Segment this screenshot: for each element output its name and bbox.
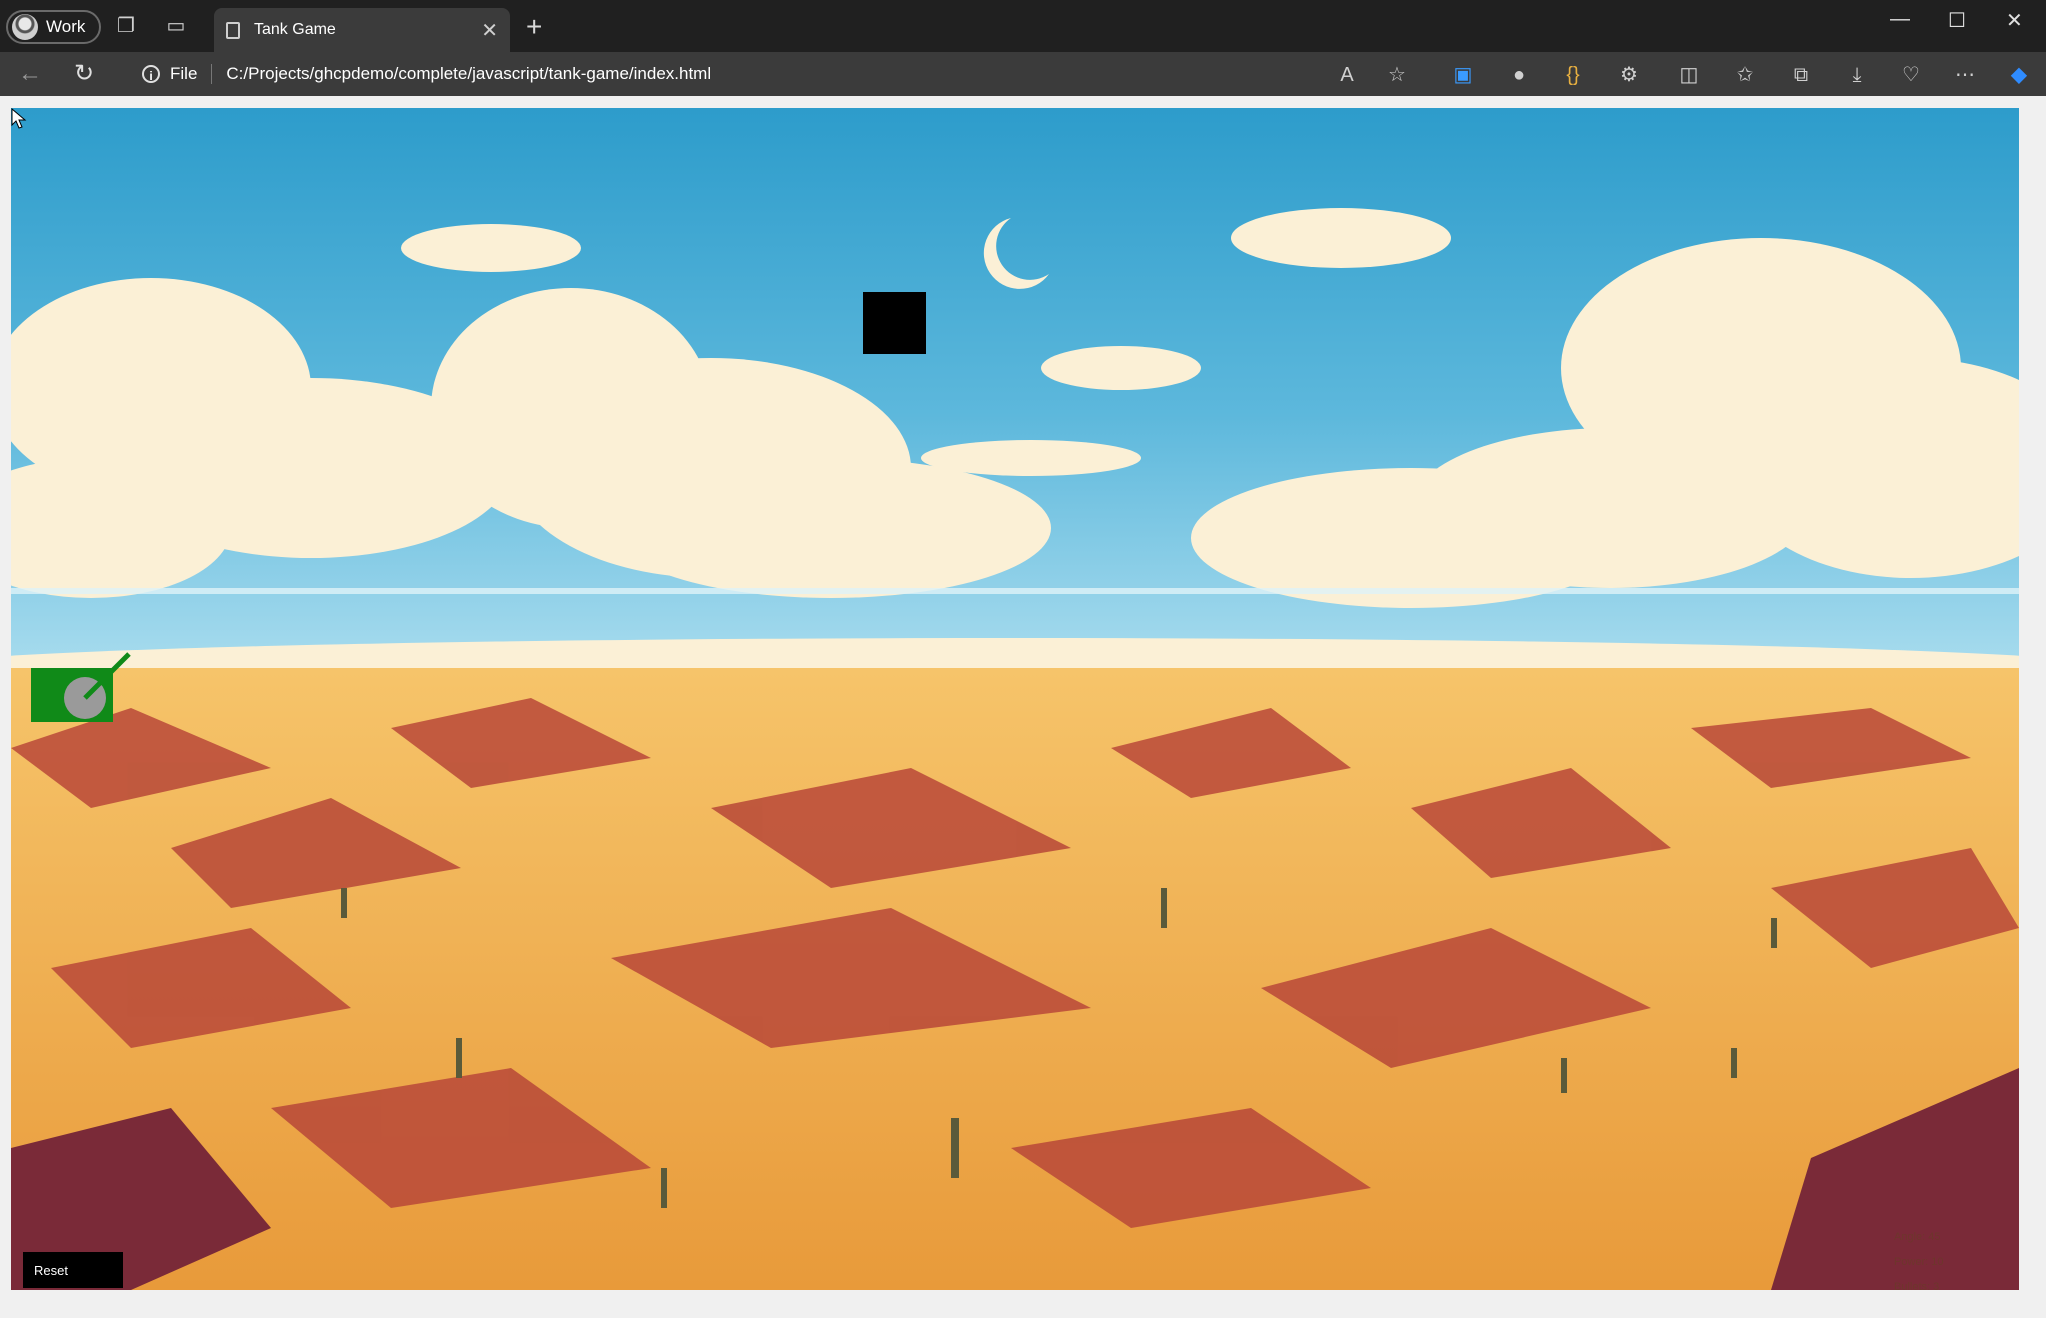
new-tab-button[interactable]: + — [526, 12, 542, 42]
extensions-icon[interactable]: ⚙ — [1616, 62, 1642, 88]
close-window-icon[interactable]: ✕ — [2006, 8, 2023, 33]
read-aloud-icon[interactable]: A — [1334, 62, 1360, 88]
browser-toolbar: ← ↻ i File C:/Projects/ghcpdemo/complete… — [0, 52, 2046, 96]
address-bar[interactable]: i File C:/Projects/ghcpdemo/complete/jav… — [124, 58, 1424, 90]
address-separator — [211, 64, 213, 84]
desert-background — [11, 108, 2019, 1290]
power-readout: Power: 10 — [1894, 1256, 1944, 1268]
reset-button[interactable]: Reset — [23, 1252, 123, 1288]
browser-essentials-icon[interactable]: ♡ — [1898, 62, 1924, 88]
address-url[interactable]: C:/Projects/ghcpdemo/complete/javascript… — [226, 64, 711, 84]
info-icon[interactable]: i — [142, 65, 160, 83]
extension-circle-icon[interactable]: ● — [1506, 62, 1532, 88]
refresh-icon[interactable]: ↻ — [70, 60, 98, 88]
page-icon — [226, 21, 240, 39]
angle-readout: Angle: 45 — [1894, 1231, 1941, 1243]
profile-button[interactable]: Work — [6, 10, 102, 44]
hud-stats: Angle: 45 Power: 10 Bullets: 3 — [1894, 1225, 1944, 1290]
split-screen-icon[interactable]: ◫ — [1676, 62, 1702, 88]
close-tab-icon[interactable]: ✕ — [481, 18, 498, 43]
bullets-readout: Bullets: 3 — [1894, 1281, 1940, 1290]
favorite-star-icon[interactable]: ☆ — [1384, 62, 1410, 88]
tab-tank-game[interactable]: Tank Game ✕ — [214, 8, 510, 52]
profile-label: Work — [46, 17, 86, 36]
tab-title: Tank Game — [254, 21, 336, 38]
workspaces-icon[interactable]: ❐ — [114, 14, 138, 38]
extension-icon[interactable]: ▣ — [1450, 62, 1476, 88]
title-bar: Work ❐ ▭ Tank Game ✕ + — ☐ ✕ — [0, 0, 2046, 52]
extension-brackets-icon[interactable]: {} — [1560, 62, 1586, 88]
minimize-icon[interactable]: — — [1890, 8, 1910, 31]
favorites-icon[interactable]: ✩ — [1732, 62, 1758, 88]
target-block — [863, 292, 926, 354]
more-options-icon[interactable]: ⋯ — [1952, 62, 1978, 88]
collections-icon[interactable]: ⧉ — [1788, 62, 1814, 88]
avatar — [12, 14, 38, 40]
page-viewport: Reset Angle: 45 Power: 10 Bullets: 3 — [0, 96, 2046, 1318]
game-canvas[interactable]: Reset Angle: 45 Power: 10 Bullets: 3 — [11, 108, 2019, 1290]
copilot-icon[interactable]: ◆ — [2006, 62, 2032, 88]
maximize-icon[interactable]: ☐ — [1948, 8, 1966, 33]
mouse-cursor-icon — [11, 108, 27, 129]
address-scheme: File — [170, 64, 198, 83]
back-icon[interactable]: ← — [16, 60, 44, 88]
downloads-icon[interactable]: ⤓ — [1844, 62, 1870, 88]
tab-actions-icon[interactable]: ▭ — [164, 14, 188, 38]
